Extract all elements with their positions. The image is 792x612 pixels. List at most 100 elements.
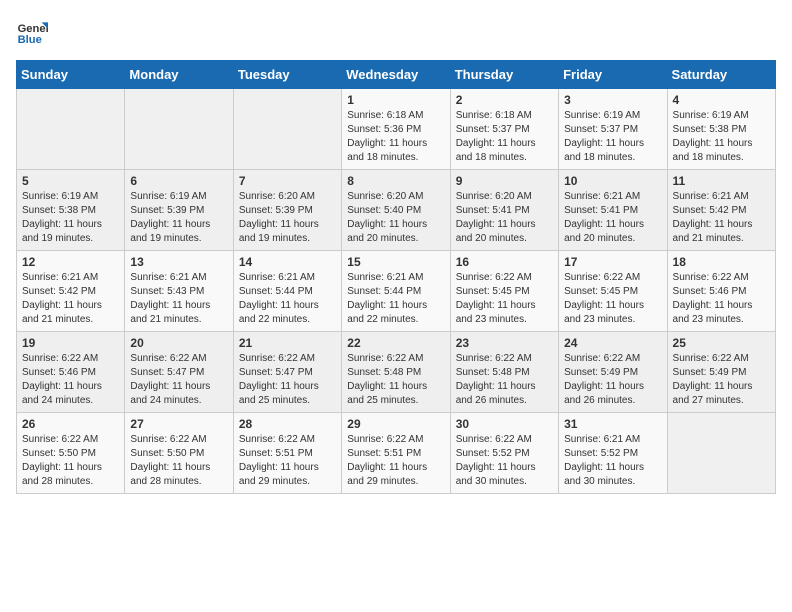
day-number: 24 (564, 336, 661, 350)
day-info: Sunrise: 6:22 AMSunset: 5:47 PMDaylight:… (239, 352, 336, 408)
day-number: 9 (456, 174, 553, 188)
calendar-cell: 8Sunrise: 6:20 AMSunset: 5:40 PMDaylight… (342, 170, 450, 251)
calendar-cell: 19 Sunrise: 6:22 AMSunset: 5:46 PMDayligh… (17, 332, 125, 413)
page-header: General Blue (16, 16, 776, 48)
day-number: 13 (130, 255, 227, 269)
day-info: Sunrise: 6:21 AMSunset: 5:43 PMDaylight:… (130, 271, 227, 327)
day-info: Sunrise: 6:21 AMSunset: 5:52 PMDaylight:… (564, 433, 661, 489)
day-number: 20 (130, 336, 227, 350)
day-number: 26 (22, 417, 119, 431)
day-info: Sunrise: 6:21 AMSunset: 5:41 PMDaylight:… (564, 190, 661, 246)
calendar-cell: 16 Sunrise: 6:22 AMSunset: 5:45 PMDayligh… (450, 251, 558, 332)
day-number: 15 (347, 255, 444, 269)
calendar-cell: 5 Sunrise: 6:19 AMSunset: 5:38 PMDaylight… (17, 170, 125, 251)
day-number: 2 (456, 93, 553, 107)
calendar-cell: 20 Sunrise: 6:22 AMSunset: 5:47 PMDayligh… (125, 332, 233, 413)
weekday-header-wednesday: Wednesday (342, 61, 450, 89)
day-number: 16 (456, 255, 553, 269)
day-number: 12 (22, 255, 119, 269)
calendar-cell (17, 89, 125, 170)
weekday-header-saturday: Saturday (667, 61, 775, 89)
day-info: Sunrise: 6:22 AMSunset: 5:51 PMDaylight:… (239, 433, 336, 489)
day-info: Sunrise: 6:22 AMSunset: 5:47 PMDaylight:… (130, 352, 227, 408)
calendar-cell: 2 Sunrise: 6:18 AMSunset: 5:37 PMDaylight… (450, 89, 558, 170)
day-number: 27 (130, 417, 227, 431)
day-info: Sunrise: 6:18 AMSunset: 5:37 PMDaylight:… (456, 109, 553, 165)
calendar-cell: 24Sunrise: 6:22 AMSunset: 5:49 PMDayligh… (559, 332, 667, 413)
calendar-cell: 15 Sunrise: 6:21 AMSunset: 5:44 PMDayligh… (342, 251, 450, 332)
weekday-header-sunday: Sunday (17, 61, 125, 89)
day-number: 6 (130, 174, 227, 188)
weekday-header-friday: Friday (559, 61, 667, 89)
day-info: Sunrise: 6:22 AMSunset: 5:50 PMDaylight:… (130, 433, 227, 489)
calendar-cell: 25 Sunrise: 6:22 AMSunset: 5:49 PMDayligh… (667, 332, 775, 413)
day-number: 7 (239, 174, 336, 188)
day-info: Sunrise: 6:22 AMSunset: 5:51 PMDaylight:… (347, 433, 444, 489)
day-info: Sunrise: 6:22 AMSunset: 5:46 PMDaylight:… (22, 352, 119, 408)
day-number: 1 (347, 93, 444, 107)
day-info: Sunrise: 6:22 AMSunset: 5:46 PMDaylight:… (673, 271, 770, 327)
calendar-cell (125, 89, 233, 170)
day-info: Sunrise: 6:21 AMSunset: 5:44 PMDaylight:… (239, 271, 336, 327)
calendar-cell: 31 Sunrise: 6:21 AMSunset: 5:52 PMDayligh… (559, 413, 667, 494)
day-number: 5 (22, 174, 119, 188)
day-info: Sunrise: 6:18 AMSunset: 5:36 PMDaylight:… (347, 109, 444, 165)
day-info: Sunrise: 6:22 AMSunset: 5:45 PMDaylight:… (456, 271, 553, 327)
day-number: 4 (673, 93, 770, 107)
weekday-header-thursday: Thursday (450, 61, 558, 89)
day-info: Sunrise: 6:19 AMSunset: 5:38 PMDaylight:… (673, 109, 770, 165)
day-info: Sunrise: 6:19 AMSunset: 5:37 PMDaylight:… (564, 109, 661, 165)
calendar-cell: 21 Sunrise: 6:22 AMSunset: 5:47 PMDayligh… (233, 332, 341, 413)
day-number: 29 (347, 417, 444, 431)
calendar-cell: 17 Sunrise: 6:22 AMSunset: 5:45 PMDayligh… (559, 251, 667, 332)
day-number: 19 (22, 336, 119, 350)
day-info: Sunrise: 6:22 AMSunset: 5:52 PMDaylight:… (456, 433, 553, 489)
day-info: Sunrise: 6:19 AMSunset: 5:38 PMDaylight:… (22, 190, 119, 246)
day-number: 3 (564, 93, 661, 107)
calendar-cell: 27 Sunrise: 6:22 AMSunset: 5:50 PMDayligh… (125, 413, 233, 494)
day-number: 10 (564, 174, 661, 188)
day-info: Sunrise: 6:21 AMSunset: 5:44 PMDaylight:… (347, 271, 444, 327)
calendar-cell (233, 89, 341, 170)
day-info: Sunrise: 6:19 AMSunset: 5:39 PMDaylight:… (130, 190, 227, 246)
calendar-cell: 12 Sunrise: 6:21 AMSunset: 5:42 PMDayligh… (17, 251, 125, 332)
svg-text:General: General (18, 23, 48, 35)
svg-text:Blue: Blue (18, 34, 42, 46)
weekday-header-monday: Monday (125, 61, 233, 89)
calendar-cell: 1 Sunrise: 6:18 AMSunset: 5:36 PMDaylight… (342, 89, 450, 170)
day-number: 21 (239, 336, 336, 350)
calendar-cell: 13 Sunrise: 6:21 AMSunset: 5:43 PMDayligh… (125, 251, 233, 332)
day-number: 30 (456, 417, 553, 431)
day-info: Sunrise: 6:22 AMSunset: 5:49 PMDaylight:… (673, 352, 770, 408)
day-number: 23 (456, 336, 553, 350)
calendar-cell: 4 Sunrise: 6:19 AMSunset: 5:38 PMDaylight… (667, 89, 775, 170)
calendar-table: SundayMondayTuesdayWednesdayThursdayFrid… (16, 60, 776, 494)
calendar-cell: 9 Sunrise: 6:20 AMSunset: 5:41 PMDaylight… (450, 170, 558, 251)
calendar-cell: 22 Sunrise: 6:22 AMSunset: 5:48 PMDayligh… (342, 332, 450, 413)
day-number: 18 (673, 255, 770, 269)
day-info: Sunrise: 6:20 AMSunset: 5:41 PMDaylight:… (456, 190, 553, 246)
day-number: 17 (564, 255, 661, 269)
day-number: 25 (673, 336, 770, 350)
calendar-cell: 29 Sunrise: 6:22 AMSunset: 5:51 PMDayligh… (342, 413, 450, 494)
calendar-cell: 28 Sunrise: 6:22 AMSunset: 5:51 PMDayligh… (233, 413, 341, 494)
calendar-cell: 7 Sunrise: 6:20 AMSunset: 5:39 PMDaylight… (233, 170, 341, 251)
day-info: Sunrise: 6:21 AMSunset: 5:42 PMDaylight:… (673, 190, 770, 246)
calendar-cell: 23Sunrise: 6:22 AMSunset: 5:48 PMDayligh… (450, 332, 558, 413)
weekday-header-tuesday: Tuesday (233, 61, 341, 89)
day-number: 11 (673, 174, 770, 188)
calendar-cell (667, 413, 775, 494)
day-number: 31 (564, 417, 661, 431)
day-info: Sunrise: 6:20 AMSunset: 5:40 PMDaylight:… (347, 190, 444, 246)
day-number: 22 (347, 336, 444, 350)
day-info: Sunrise: 6:22 AMSunset: 5:48 PMDaylight:… (347, 352, 444, 408)
day-info: Sunrise: 6:22 AMSunset: 5:45 PMDaylight:… (564, 271, 661, 327)
day-info: Sunrise: 6:22 AMSunset: 5:50 PMDaylight:… (22, 433, 119, 489)
day-info: Sunrise: 6:20 AMSunset: 5:39 PMDaylight:… (239, 190, 336, 246)
calendar-cell: 30 Sunrise: 6:22 AMSunset: 5:52 PMDayligh… (450, 413, 558, 494)
calendar-cell: 11 Sunrise: 6:21 AMSunset: 5:42 PMDayligh… (667, 170, 775, 251)
day-info: Sunrise: 6:21 AMSunset: 5:42 PMDaylight:… (22, 271, 119, 327)
calendar-cell: 3 Sunrise: 6:19 AMSunset: 5:37 PMDaylight… (559, 89, 667, 170)
calendar-cell: 6 Sunrise: 6:19 AMSunset: 5:39 PMDaylight… (125, 170, 233, 251)
day-number: 28 (239, 417, 336, 431)
